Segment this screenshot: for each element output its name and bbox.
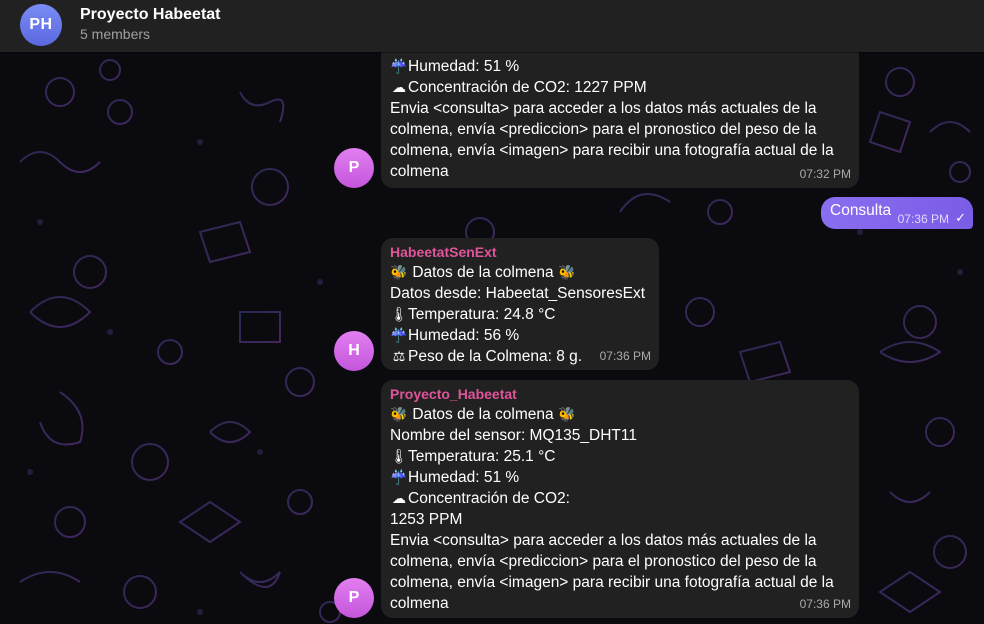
message-line: colmena [390, 595, 449, 612]
message-line: colmena, envía <prediccion> para el pron… [390, 121, 817, 138]
message-bubble[interactable]: HabeetatSenExt 🐝 Datos de la colmena 🐝 D… [381, 238, 659, 370]
message-line: colmena, envía <prediccion> para el pron… [390, 553, 817, 570]
sender-avatar[interactable]: H [334, 331, 374, 371]
umbrella-rain-icon: ☔ [390, 327, 408, 343]
member-count: 5 members [80, 26, 151, 42]
message-line: 🐝 Datos de la colmena 🐝 [390, 264, 576, 281]
sender-name[interactable]: Proyecto_Habeetat [390, 386, 850, 402]
message-line: ☔Humedad: 51 % [390, 469, 520, 486]
message-line: Datos desde: Habeetat_SensoresExt [390, 285, 646, 302]
message-bubble[interactable]: Proyecto_Habeetat 🐝 Datos de la colmena … [381, 380, 859, 618]
chat-header[interactable]: PH Proyecto Habeetat 5 members [0, 0, 984, 52]
message-line: 🐝 Datos de la colmena 🐝 [390, 406, 576, 423]
bee-icon: 🐝 [390, 264, 408, 280]
message-line: 1253 PPM [390, 511, 463, 528]
sender-name[interactable]: HabeetatSenExt [390, 244, 650, 260]
cloud-icon: ☁ [392, 79, 406, 95]
double-check-icon: ✓ [955, 210, 966, 225]
outgoing-message-bubble[interactable]: Consulta 07:36 PM ✓ [821, 197, 973, 229]
message-line: Nombre del sensor: MQ135_DHT11 [390, 427, 637, 444]
bee-icon: 🐝 [390, 406, 408, 422]
message-line: ☁ Concentración de CO2: [392, 490, 570, 507]
scale-icon: ⚖ [392, 348, 406, 364]
message-bubble[interactable]: ☔Humedad: 51 % ☁ Concentración de CO2: 12… [381, 30, 859, 188]
chat-window: PH Proyecto Habeetat 5 members ☔Humedad:… [0, 0, 984, 624]
sender-avatar[interactable]: P [334, 578, 374, 618]
message-line: colmena, envía <imagen> para recibir una… [390, 574, 834, 591]
message-line: 🌡Temperatura: 25.1 °C [390, 448, 556, 465]
message-line: Envia <consulta> para acceder a los dato… [390, 100, 817, 117]
message-line: ☁ Concentración de CO2: 1227 PPM [392, 79, 647, 96]
message-text: Consulta [830, 202, 892, 219]
message-line: ☔Humedad: 51 % [390, 58, 520, 75]
group-avatar[interactable]: PH [20, 4, 62, 46]
message-line: Envia <consulta> para acceder a los dato… [390, 532, 817, 549]
umbrella-rain-icon: ☔ [390, 58, 408, 74]
bee-icon: 🐝 [558, 264, 576, 280]
sender-avatar[interactable]: P [334, 148, 374, 188]
chat-title: Proyecto Habeetat [80, 6, 221, 23]
message-time: 07:36 PM [599, 349, 651, 363]
message-time: 07:36 PM [799, 597, 851, 611]
umbrella-rain-icon: ☔ [390, 469, 408, 485]
message-line: 🌡Temperatura: 24.8 °C [390, 306, 556, 323]
message-time: 07:36 PM [897, 212, 949, 226]
thermometer-icon: 🌡 [390, 306, 408, 322]
thermometer-icon: 🌡 [390, 448, 408, 464]
bee-icon: 🐝 [558, 406, 576, 422]
cloud-icon: ☁ [392, 490, 406, 506]
message-time: 07:32 PM [799, 167, 851, 181]
message-line: colmena, envía <imagen> para recibir una… [390, 142, 834, 159]
message-line: colmena [390, 163, 449, 180]
message-line: ☔Humedad: 56 % [390, 327, 520, 344]
